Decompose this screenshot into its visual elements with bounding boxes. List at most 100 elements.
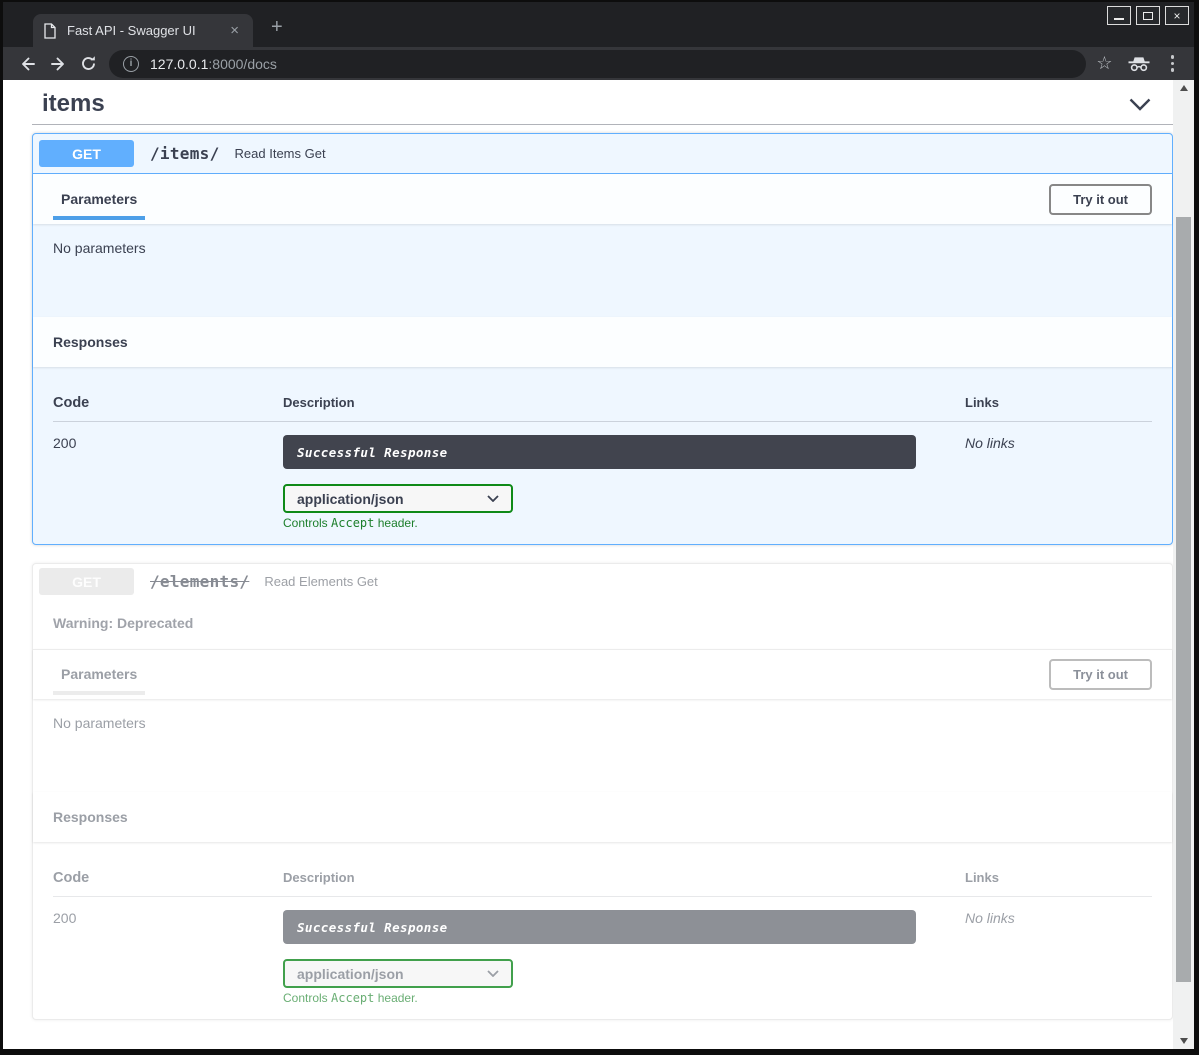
browser-tab[interactable]: Fast API - Swagger UI × [33, 14, 253, 47]
address-bar[interactable]: i 127.0.0.1:8000/docs [109, 50, 1086, 78]
media-type-value: application/json [297, 491, 404, 507]
collapse-chevron-icon[interactable] [1129, 98, 1151, 111]
accept-header-note-deprecated: Controls Accept header. [283, 991, 965, 1005]
parameters-body-deprecated: No parameters [33, 699, 1172, 792]
responses-title-deprecated: Responses [53, 809, 128, 825]
response-row-200-deprecated: 200 Successful Response application/json… [53, 897, 1152, 1005]
endpoint-summary: Read Items Get [235, 146, 326, 161]
accept-note-code: Accept [331, 991, 374, 1005]
endpoint-path-deprecated: /elements/ [150, 572, 249, 591]
close-icon: × [1173, 10, 1180, 22]
page-favicon-icon [43, 23, 57, 39]
responses-title: Responses [53, 334, 128, 350]
maximize-button[interactable] [1136, 6, 1160, 25]
chevron-down-icon [487, 495, 499, 502]
close-button[interactable]: × [1165, 6, 1189, 25]
responses-table-head: Code Description Links [53, 395, 1152, 422]
window-controls: × [1107, 6, 1189, 25]
swagger-ui: items GET /items/ Read Items Get Paramet… [3, 80, 1194, 1020]
accept-note-code: Accept [331, 516, 374, 530]
try-it-out-button-deprecated[interactable]: Try it out [1049, 659, 1152, 690]
browser-titlebar: Fast API - Swagger UI × + × [3, 2, 1194, 47]
scroll-up-button[interactable] [1173, 85, 1194, 91]
forward-button[interactable] [43, 55, 73, 73]
site-info-icon[interactable]: i [123, 56, 139, 72]
column-code-deprecated: Code [53, 870, 283, 886]
url-path: :8000/docs [208, 56, 277, 72]
scroll-down-button[interactable] [1173, 1038, 1194, 1044]
opblock-summary-get-elements[interactable]: GET /elements/ Read Elements Get [33, 564, 1172, 599]
accept-note-suffix: header. [374, 516, 417, 530]
endpoint-path: /items/ [150, 144, 220, 163]
responses-table-head-deprecated: Code Description Links [53, 870, 1152, 897]
response-code: 200 [53, 435, 283, 530]
tab-close-icon[interactable]: × [226, 21, 243, 40]
responses-table-deprecated: Code Description Links 200 Successful Re… [33, 842, 1172, 1019]
page-content: items GET /items/ Read Items Get Paramet… [3, 80, 1194, 1049]
responses-header-deprecated: Responses [33, 792, 1172, 842]
opblock-summary-get-items[interactable]: GET /items/ Read Items Get [33, 134, 1172, 174]
no-parameters-text-deprecated: No parameters [53, 715, 146, 731]
response-description-cell-deprecated: Successful Response application/json Con… [283, 910, 965, 1005]
deprecated-warning: Warning: Deprecated [33, 599, 1172, 649]
accept-note-prefix: Controls [283, 516, 331, 530]
reload-button[interactable] [73, 55, 103, 72]
response-description-cell: Successful Response application/json Con… [283, 435, 965, 530]
parameters-body: No parameters [33, 224, 1172, 317]
incognito-icon[interactable] [1127, 56, 1151, 72]
toolbar-actions: ☆ [1096, 53, 1180, 74]
response-description-box-deprecated: Successful Response [283, 910, 916, 944]
no-parameters-text: No parameters [53, 240, 146, 256]
tab-parameters[interactable]: Parameters [53, 191, 145, 220]
forward-icon [49, 55, 67, 73]
media-type-select[interactable]: application/json [283, 484, 513, 513]
scrollbar-thumb[interactable] [1176, 217, 1191, 982]
opblock-get-items: GET /items/ Read Items Get Parameters Tr… [32, 133, 1173, 545]
bookmark-star-icon[interactable]: ☆ [1096, 53, 1112, 74]
accept-header-note: Controls Accept header. [283, 516, 965, 530]
chevron-down-icon [487, 970, 499, 977]
minimize-button[interactable] [1107, 6, 1131, 25]
scroll-down-icon [1180, 1038, 1188, 1044]
media-type-select-deprecated[interactable]: application/json [283, 959, 513, 988]
try-it-out-button[interactable]: Try it out [1049, 184, 1152, 215]
method-badge-get: GET [39, 140, 134, 167]
parameters-header: Parameters Try it out [33, 174, 1172, 224]
method-badge-get-deprecated: GET [39, 568, 134, 595]
column-description-deprecated: Description [283, 870, 965, 886]
parameters-header-deprecated: Parameters Try it out [33, 649, 1172, 699]
back-icon [19, 55, 37, 73]
maximize-icon [1143, 12, 1153, 20]
media-type-value-deprecated: application/json [297, 966, 404, 982]
column-links-deprecated: Links [965, 870, 1152, 886]
url-host: 127.0.0.1 [150, 56, 208, 72]
response-code-deprecated: 200 [53, 910, 283, 1005]
response-row-200: 200 Successful Response application/json… [53, 422, 1152, 530]
response-description-box: Successful Response [283, 435, 916, 469]
endpoint-summary-deprecated: Read Elements Get [264, 574, 377, 589]
tag-divider [32, 124, 1173, 125]
tag-section-header[interactable]: items [32, 90, 1173, 124]
browser-window: Fast API - Swagger UI × + × [3, 2, 1194, 1049]
url-text: 127.0.0.1:8000/docs [150, 56, 277, 72]
opblock-get-elements-deprecated: GET /elements/ Read Elements Get Warning… [32, 563, 1173, 1020]
tab-parameters-deprecated[interactable]: Parameters [53, 666, 145, 695]
responses-header: Responses [33, 317, 1172, 367]
minimize-icon [1114, 18, 1124, 20]
browser-menu-icon[interactable] [1165, 53, 1181, 74]
accept-note-suffix: header. [374, 991, 417, 1005]
tab-title: Fast API - Swagger UI [67, 23, 226, 38]
responses-table: Code Description Links 200 Successful Re… [33, 367, 1172, 544]
page-scrollbar[interactable] [1173, 80, 1194, 1049]
response-links-deprecated: No links [965, 910, 1152, 1005]
column-code: Code [53, 395, 283, 411]
column-description: Description [283, 395, 965, 411]
tag-title: items [42, 90, 105, 118]
new-tab-button[interactable]: + [265, 16, 289, 39]
reload-icon [80, 55, 97, 72]
accept-note-prefix: Controls [283, 991, 331, 1005]
scroll-up-icon [1180, 85, 1188, 91]
back-button[interactable] [13, 55, 43, 73]
browser-toolbar: i 127.0.0.1:8000/docs ☆ [3, 47, 1194, 80]
response-links: No links [965, 435, 1152, 530]
